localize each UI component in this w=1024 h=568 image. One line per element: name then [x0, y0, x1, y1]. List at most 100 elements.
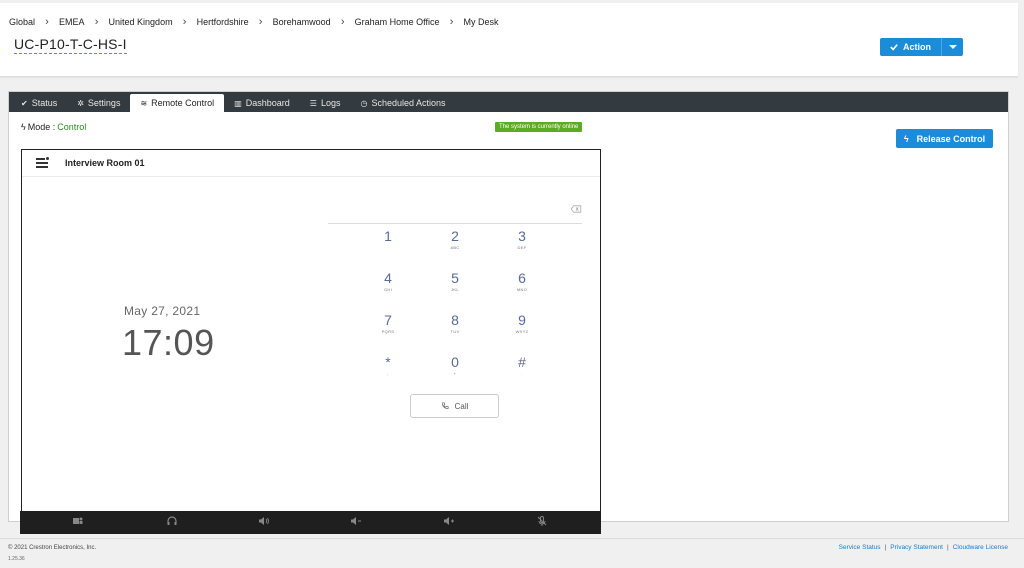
time-display: 17:09 [122, 322, 215, 363]
tab-settings[interactable]: ✲ Settings [67, 94, 130, 112]
status-badge: The system is currently online [495, 122, 583, 132]
tab-scheduled-actions[interactable]: ◷ Scheduled Actions [350, 94, 455, 112]
key-digit: 6 [518, 270, 526, 286]
breadcrumb-borehamwood[interactable]: Borehamwood [273, 17, 331, 27]
keypad-key-9[interactable]: 9 WXYZ [502, 312, 542, 334]
chevron-right-icon: › [94, 16, 99, 28]
date-display: May 27, 2021 [124, 304, 201, 318]
service-status-link[interactable]: Service Status [839, 544, 881, 551]
keypad-key-2[interactable]: 2 ABC [435, 228, 475, 250]
menu-icon[interactable] [36, 157, 49, 168]
gear-icon: ✲ [77, 98, 84, 108]
check-icon: ✔ [21, 98, 28, 108]
keypad-key-5[interactable]: 5 JKL [435, 270, 475, 292]
chevron-right-icon: › [449, 16, 454, 28]
bolt-icon: ϟ [903, 133, 909, 144]
tab-label: Remote Control [151, 98, 215, 108]
key-digit: 7 [384, 312, 392, 328]
caret-down-icon [948, 45, 957, 49]
device-control-bar [20, 511, 601, 534]
keypad-key-1[interactable]: 1 [368, 228, 408, 245]
teams-icon[interactable] [72, 515, 84, 527]
copyright: © 2021 Crestron Electronics, Inc. [8, 545, 97, 551]
breadcrumb-global[interactable]: Global [9, 17, 35, 27]
main-panel: ✔ Status ✲ Settings ≋ Remote Control ▥ D… [8, 91, 1009, 522]
headset-icon[interactable] [166, 515, 178, 527]
breadcrumb: Global › EMEA › United Kingdom › Hertfor… [9, 16, 499, 28]
tab-logs[interactable]: ☰ Logs [300, 94, 351, 112]
keypad-key-6[interactable]: 6 MNO [502, 270, 542, 292]
room-header: Interview Room 01 [22, 150, 600, 177]
volume-icon[interactable] [443, 515, 455, 527]
clock-icon: ◷ [360, 98, 368, 108]
keypad-key-3[interactable]: 3 DEF [502, 228, 542, 250]
footer-links: Service Status | Privacy Statement | Clo… [839, 544, 1008, 551]
tab-remote-control[interactable]: ≋ Remote Control [130, 94, 225, 112]
mode-indicator: ϟ Mode : Control [21, 122, 86, 132]
key-digit: 0 [451, 354, 459, 370]
key-digit: 4 [384, 270, 392, 286]
tab-label: Settings [87, 98, 121, 108]
release-control-label: Release Control [916, 133, 986, 144]
key-letters: , [387, 371, 389, 376]
tab-label: Logs [320, 98, 341, 108]
tab-label: Dashboard [245, 98, 290, 108]
tab-label: Scheduled Actions [371, 98, 446, 108]
chevron-right-icon: › [182, 16, 187, 28]
breadcrumb-united-kingdom[interactable]: United Kingdom [109, 17, 173, 27]
page-title[interactable]: UC-P10-T-C-HS-I [14, 36, 127, 54]
breadcrumb-graham-home-office[interactable]: Graham Home Office [355, 17, 440, 27]
action-button[interactable]: Action [880, 38, 941, 56]
keypad-key-0[interactable]: 0 + [435, 354, 475, 376]
signal-icon: ≋ [140, 98, 148, 108]
header-card: Global › EMEA › United Kingdom › Hertfor… [0, 3, 1018, 77]
chevron-right-icon: › [340, 16, 345, 28]
footer: © 2021 Crestron Electronics, Inc. 1.25.3… [0, 538, 1024, 568]
bar-chart-icon: ▥ [234, 98, 242, 108]
backspace-icon[interactable] [570, 205, 582, 213]
key-letters: DEF [517, 245, 527, 250]
keypad-key-8[interactable]: 8 TUV [435, 312, 475, 334]
volume-down-icon[interactable] [350, 515, 362, 527]
chevron-right-icon: › [45, 16, 49, 28]
call-button-label: Call [454, 401, 469, 411]
key-letters: TUV [450, 329, 460, 334]
keypad-key-hash[interactable]: # . [502, 354, 542, 376]
key-letters: JKL [451, 287, 459, 292]
mode-value: Control [57, 122, 87, 132]
room-name: Interview Room 01 [65, 158, 145, 168]
key-letters: GHI [383, 287, 392, 292]
call-button[interactable]: Call [410, 394, 499, 418]
breadcrumb-my-desk[interactable]: My Desk [464, 17, 499, 27]
volume-up-icon[interactable] [258, 515, 270, 527]
key-letters: ABC [450, 245, 460, 250]
action-button-group: Action [880, 38, 963, 56]
remote-panel-screen[interactable]: Interview Room 01 May 27, 2021 17:09 1 2… [21, 149, 601, 512]
keypad-key-4[interactable]: 4 GHI [368, 270, 408, 292]
dial-input[interactable] [328, 198, 582, 224]
tab-status[interactable]: ✔ Status [11, 94, 67, 112]
keypad-key-7[interactable]: 7 PQRS [368, 312, 408, 334]
action-dropdown-toggle[interactable] [941, 38, 963, 56]
check-icon [890, 44, 898, 51]
tab-dashboard[interactable]: ▥ Dashboard [224, 94, 300, 112]
key-digit: 8 [451, 312, 459, 328]
key-letters: WXYZ [515, 329, 529, 334]
breadcrumb-emea[interactable]: EMEA [59, 17, 85, 27]
privacy-statement-link[interactable]: Privacy Statement [890, 544, 943, 551]
breadcrumb-hertfordshire[interactable]: Hertfordshire [197, 17, 249, 27]
release-control-button[interactable]: ϟ Release Control [896, 129, 993, 148]
list-icon: ☰ [309, 98, 317, 108]
key-digit: * [385, 354, 391, 370]
tab-bar: ✔ Status ✲ Settings ≋ Remote Control ▥ D… [9, 92, 1008, 112]
cloudware-license-link[interactable]: Cloudware License [953, 544, 1008, 551]
key-digit: 3 [518, 228, 526, 244]
key-letters: MNO [516, 287, 528, 292]
bolt-icon: ϟ [21, 122, 26, 132]
key-digit: 1 [384, 228, 392, 244]
mic-mute-icon[interactable] [536, 515, 548, 527]
keypad-key-star[interactable]: * , [368, 354, 408, 376]
key-digit: # [518, 354, 526, 370]
mode-label: Mode : [27, 122, 56, 132]
tab-label: Status [31, 98, 58, 108]
